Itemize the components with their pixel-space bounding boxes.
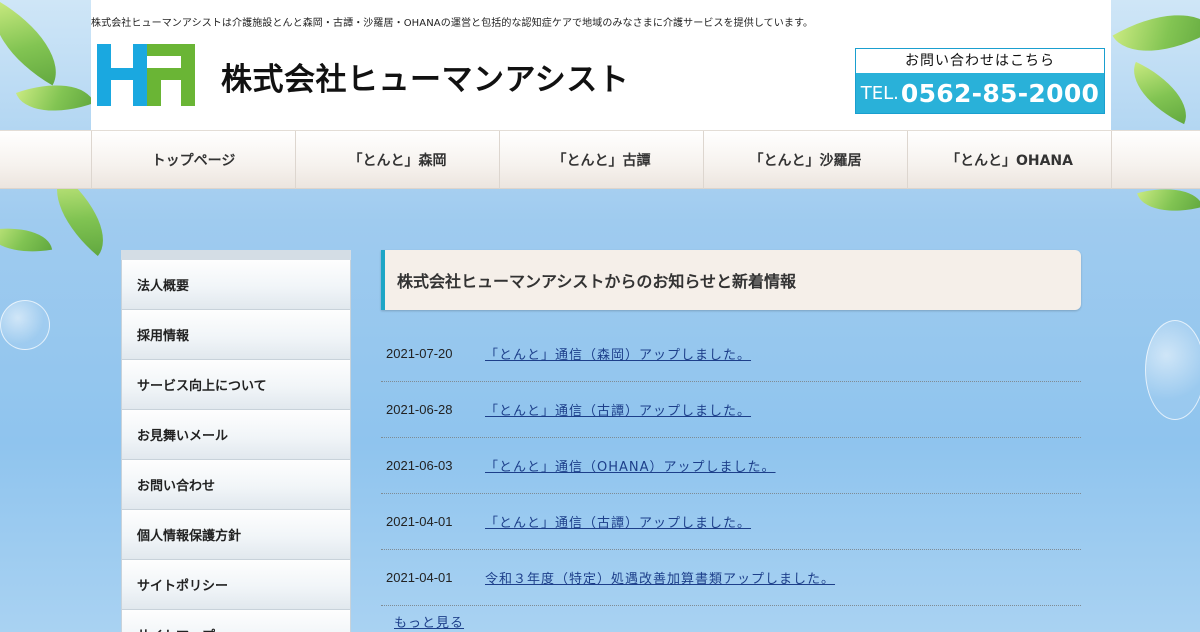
nav-item-ohana[interactable]: 「とんと」OHANA	[908, 131, 1112, 189]
nav-item-kotan[interactable]: 「とんと」古譚	[500, 131, 704, 189]
site-logo[interactable]: 株式会社ヒューマンアシスト	[97, 44, 629, 108]
news-date: 2021-04-01	[386, 570, 453, 585]
sidebar-item-contact[interactable]: お問い合わせ	[121, 460, 351, 510]
more-link[interactable]: もっと見る	[381, 612, 464, 631]
news-date: 2021-07-20	[386, 346, 453, 361]
news-link[interactable]: 「とんと」通信（森岡）アップしました。	[485, 344, 751, 363]
news-date: 2021-06-28	[386, 402, 453, 417]
news-date: 2021-06-03	[386, 458, 453, 473]
global-nav: トップページ 「とんと」森岡 「とんと」古譚 「とんと」沙羅居 「とんと」OHA…	[0, 130, 1200, 189]
sidebar-item-site-policy[interactable]: サイトポリシー	[121, 560, 351, 610]
header-tagline: 株式会社ヒューマンアシストは介護施設とんと森岡・古譚・沙羅居・OHANAの運営と…	[91, 18, 814, 29]
sidebar-item-sitemap[interactable]: サイトマップ	[121, 610, 351, 632]
leaf-decoration	[1112, 0, 1200, 76]
phone-block: TEL. 0562-85-2000	[856, 73, 1104, 113]
news-link[interactable]: 「とんと」通信（古譚）アップしました。	[485, 400, 751, 419]
site-header: 株式会社ヒューマンアシストは介護施設とんと森岡・古譚・沙羅居・OHANAの運営と…	[91, 0, 1111, 130]
news-link[interactable]: 「とんと」通信（古譚）アップしました。	[485, 512, 751, 531]
leaf-decoration	[1120, 61, 1200, 125]
list-item: 2021-07-20 「とんと」通信（森岡）アップしました。	[381, 326, 1081, 382]
sidebar-item-privacy[interactable]: 個人情報保護方針	[121, 510, 351, 560]
nav-item-top[interactable]: トップページ	[92, 131, 296, 189]
logo-mark	[97, 44, 207, 108]
list-item: 2021-04-01 令和３年度（特定）処遇改善加算書類アップしました。	[381, 550, 1081, 606]
list-item: 2021-04-01 「とんと」通信（古譚）アップしました。	[381, 494, 1081, 550]
nav-item-sarai[interactable]: 「とんと」沙羅居	[704, 131, 908, 189]
contact-banner[interactable]: お問い合わせはこちら TEL. 0562-85-2000	[855, 48, 1105, 114]
contact-label: お問い合わせはこちら	[856, 49, 1104, 73]
bubble-decoration	[0, 300, 50, 350]
news-list: 2021-07-20 「とんと」通信（森岡）アップしました。 2021-06-2…	[381, 326, 1081, 606]
news-heading: 株式会社ヒューマンアシストからのお知らせと新着情報	[381, 250, 1081, 310]
news-link[interactable]: 令和３年度（特定）処遇改善加算書類アップしました。	[485, 568, 835, 587]
logo-text: 株式会社ヒューマンアシスト	[221, 61, 630, 98]
sidebar-item-company[interactable]: 法人概要	[121, 260, 351, 310]
sidebar-item-service-improvement[interactable]: サービス向上について	[121, 360, 351, 410]
leaf-decoration	[0, 220, 53, 260]
tel-label: TEL.	[860, 82, 899, 104]
news-date: 2021-04-01	[386, 514, 453, 529]
leaf-decoration	[0, 0, 76, 86]
news-section: 株式会社ヒューマンアシストからのお知らせと新着情報 2021-07-20 「とん…	[381, 250, 1081, 631]
tel-number: 0562-85-2000	[900, 78, 1100, 108]
list-item: 2021-06-03 「とんと」通信（OHANA）アップしました。	[381, 438, 1081, 494]
sidebar-menu: 法人概要 採用情報 サービス向上について お見舞いメール お問い合わせ 個人情報…	[121, 250, 351, 632]
sidebar-item-recruit[interactable]: 採用情報	[121, 310, 351, 360]
news-link[interactable]: 「とんと」通信（OHANA）アップしました。	[485, 456, 776, 475]
bubble-decoration	[1145, 320, 1200, 420]
list-item: 2021-06-28 「とんと」通信（古譚）アップしました。	[381, 382, 1081, 438]
sidebar-item-visit-mail[interactable]: お見舞いメール	[121, 410, 351, 460]
nav-item-morioka[interactable]: 「とんと」森岡	[296, 131, 500, 189]
